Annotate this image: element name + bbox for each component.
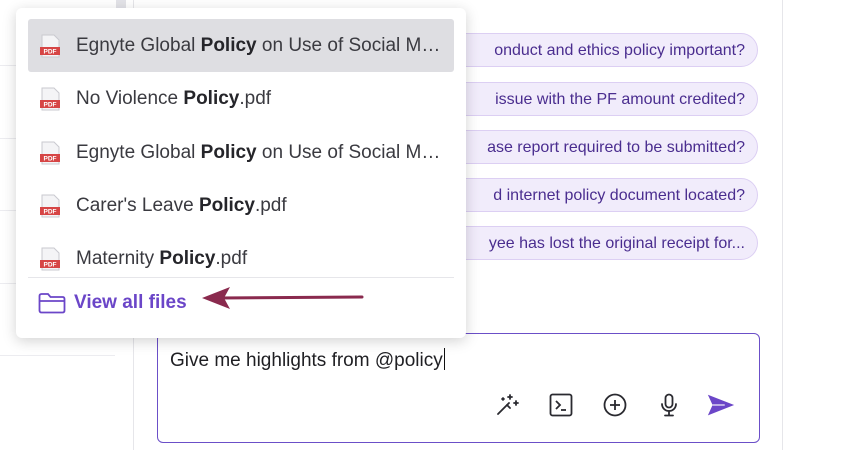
folder-icon — [38, 293, 66, 314]
file-option[interactable]: PDF Carer's Leave Policy.pdf — [28, 179, 454, 232]
pdf-file-icon: PDF — [40, 141, 60, 164]
microphone-icon[interactable] — [654, 390, 684, 420]
annotation-arrow — [202, 287, 364, 309]
pdf-file-icon: PDF — [40, 87, 60, 110]
file-option-label: Carer's Leave Policy.pdf — [76, 194, 287, 216]
magic-wand-icon[interactable] — [492, 390, 522, 420]
pdf-file-icon: PDF — [40, 194, 60, 217]
file-option-label: No Violence Policy.pdf — [76, 87, 272, 109]
svg-text:PDF: PDF — [44, 208, 57, 215]
view-all-files-button[interactable]: View all files — [38, 288, 187, 318]
svg-text:PDF: PDF — [44, 101, 57, 108]
file-option[interactable]: PDF Egnyte Global Policy on Use of Socia… — [28, 126, 454, 179]
chat-input-text[interactable]: Give me highlights from @policy — [170, 348, 446, 372]
sidebar-divider — [0, 355, 115, 356]
pdf-file-icon: PDF — [40, 247, 60, 270]
file-option-label: Egnyte Global Policy on Use of Social Me… — [76, 141, 442, 163]
view-all-files-label: View all files — [74, 292, 187, 313]
terminal-icon[interactable] — [546, 390, 576, 420]
chat-input-box[interactable]: Give me highlights from @policy — [157, 333, 760, 443]
plus-circle-icon[interactable] — [600, 390, 630, 420]
svg-text:PDF: PDF — [44, 155, 57, 162]
pdf-file-icon: PDF — [40, 34, 60, 57]
file-option[interactable]: PDF No Violence Policy.pdf — [28, 72, 454, 125]
panel-divider — [782, 0, 783, 450]
file-option[interactable]: PDF Egnyte Global Policy on Use of Socia… — [28, 19, 454, 72]
text-caret — [443, 348, 446, 370]
svg-text:PDF: PDF — [44, 48, 57, 55]
file-option-label: Egnyte Global Policy on Use of Social Me… — [76, 34, 442, 56]
chat-input-value: Give me highlights from @policy — [170, 350, 443, 371]
send-icon[interactable] — [706, 390, 736, 420]
file-option-label: Maternity Policy.pdf — [76, 247, 248, 269]
svg-text:PDF: PDF — [44, 261, 57, 268]
dropdown-divider — [28, 277, 454, 278]
